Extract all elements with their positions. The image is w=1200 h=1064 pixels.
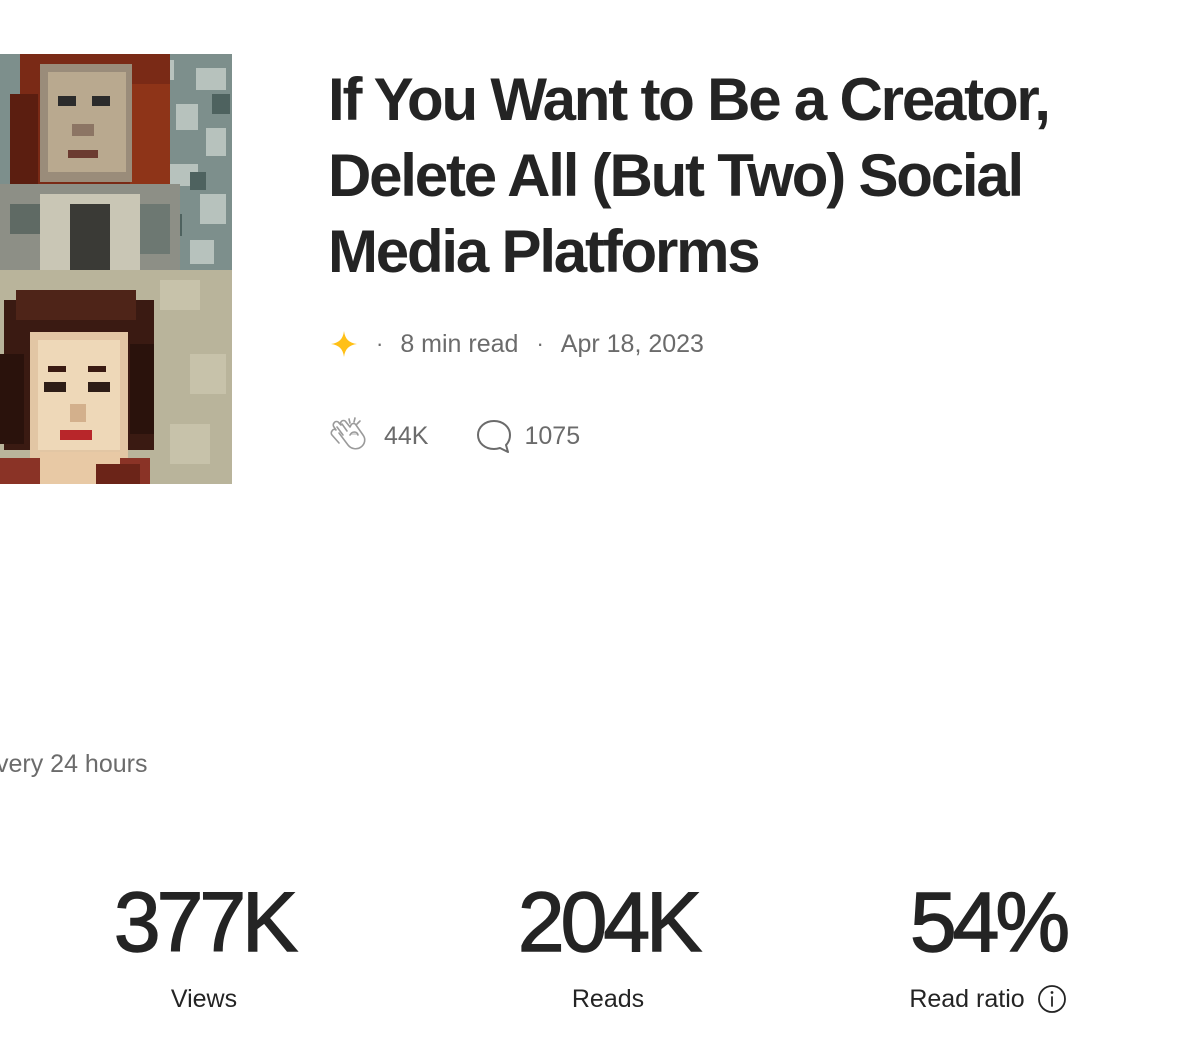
story-meta-row: · 8 min read · Apr 18, 2023 (330, 326, 704, 362)
stat-read-ratio: 54% Read ratio (848, 872, 1128, 1018)
story-engagement-row: 44K 1075 (330, 414, 580, 458)
reads-label: Reads (468, 980, 748, 1018)
read-time: 8 min read (400, 329, 519, 358)
story-title[interactable]: If You Want to Be a Creator, Delete All … (328, 62, 1148, 290)
comment-icon (476, 418, 512, 454)
story-cover-image[interactable] (0, 54, 232, 484)
meta-separator: · (376, 331, 384, 356)
clap-count: 44K (384, 421, 429, 450)
comment-count: 1075 (524, 421, 581, 450)
reads-label-text: Reads (571, 985, 645, 1013)
stat-views: 377K Views (64, 872, 344, 1018)
pixel-art-portraits (0, 54, 232, 484)
stat-reads: 204K Reads (468, 872, 748, 1018)
story-stats-page: If You Want to Be a Creator, Delete All … (0, 0, 1200, 1064)
views-label-text: Views (170, 985, 238, 1013)
views-label: Views (64, 980, 344, 1018)
published-date: Apr 18, 2023 (560, 329, 704, 358)
views-value: 377K (113, 874, 299, 969)
clap-icon (330, 415, 372, 457)
reads-value: 204K (517, 874, 703, 969)
read-ratio-value: 54% (909, 874, 1071, 969)
stats-refresh-note: very 24 hours (0, 750, 148, 778)
meta-separator: · (536, 331, 544, 356)
read-ratio-label: Read ratio (848, 980, 1128, 1018)
info-icon[interactable] (1037, 984, 1067, 1014)
read-ratio-label-text: Read ratio (909, 985, 1025, 1013)
comments[interactable]: 1075 (476, 418, 580, 454)
claps[interactable]: 44K (330, 415, 428, 457)
sparkle-icon (330, 330, 358, 358)
